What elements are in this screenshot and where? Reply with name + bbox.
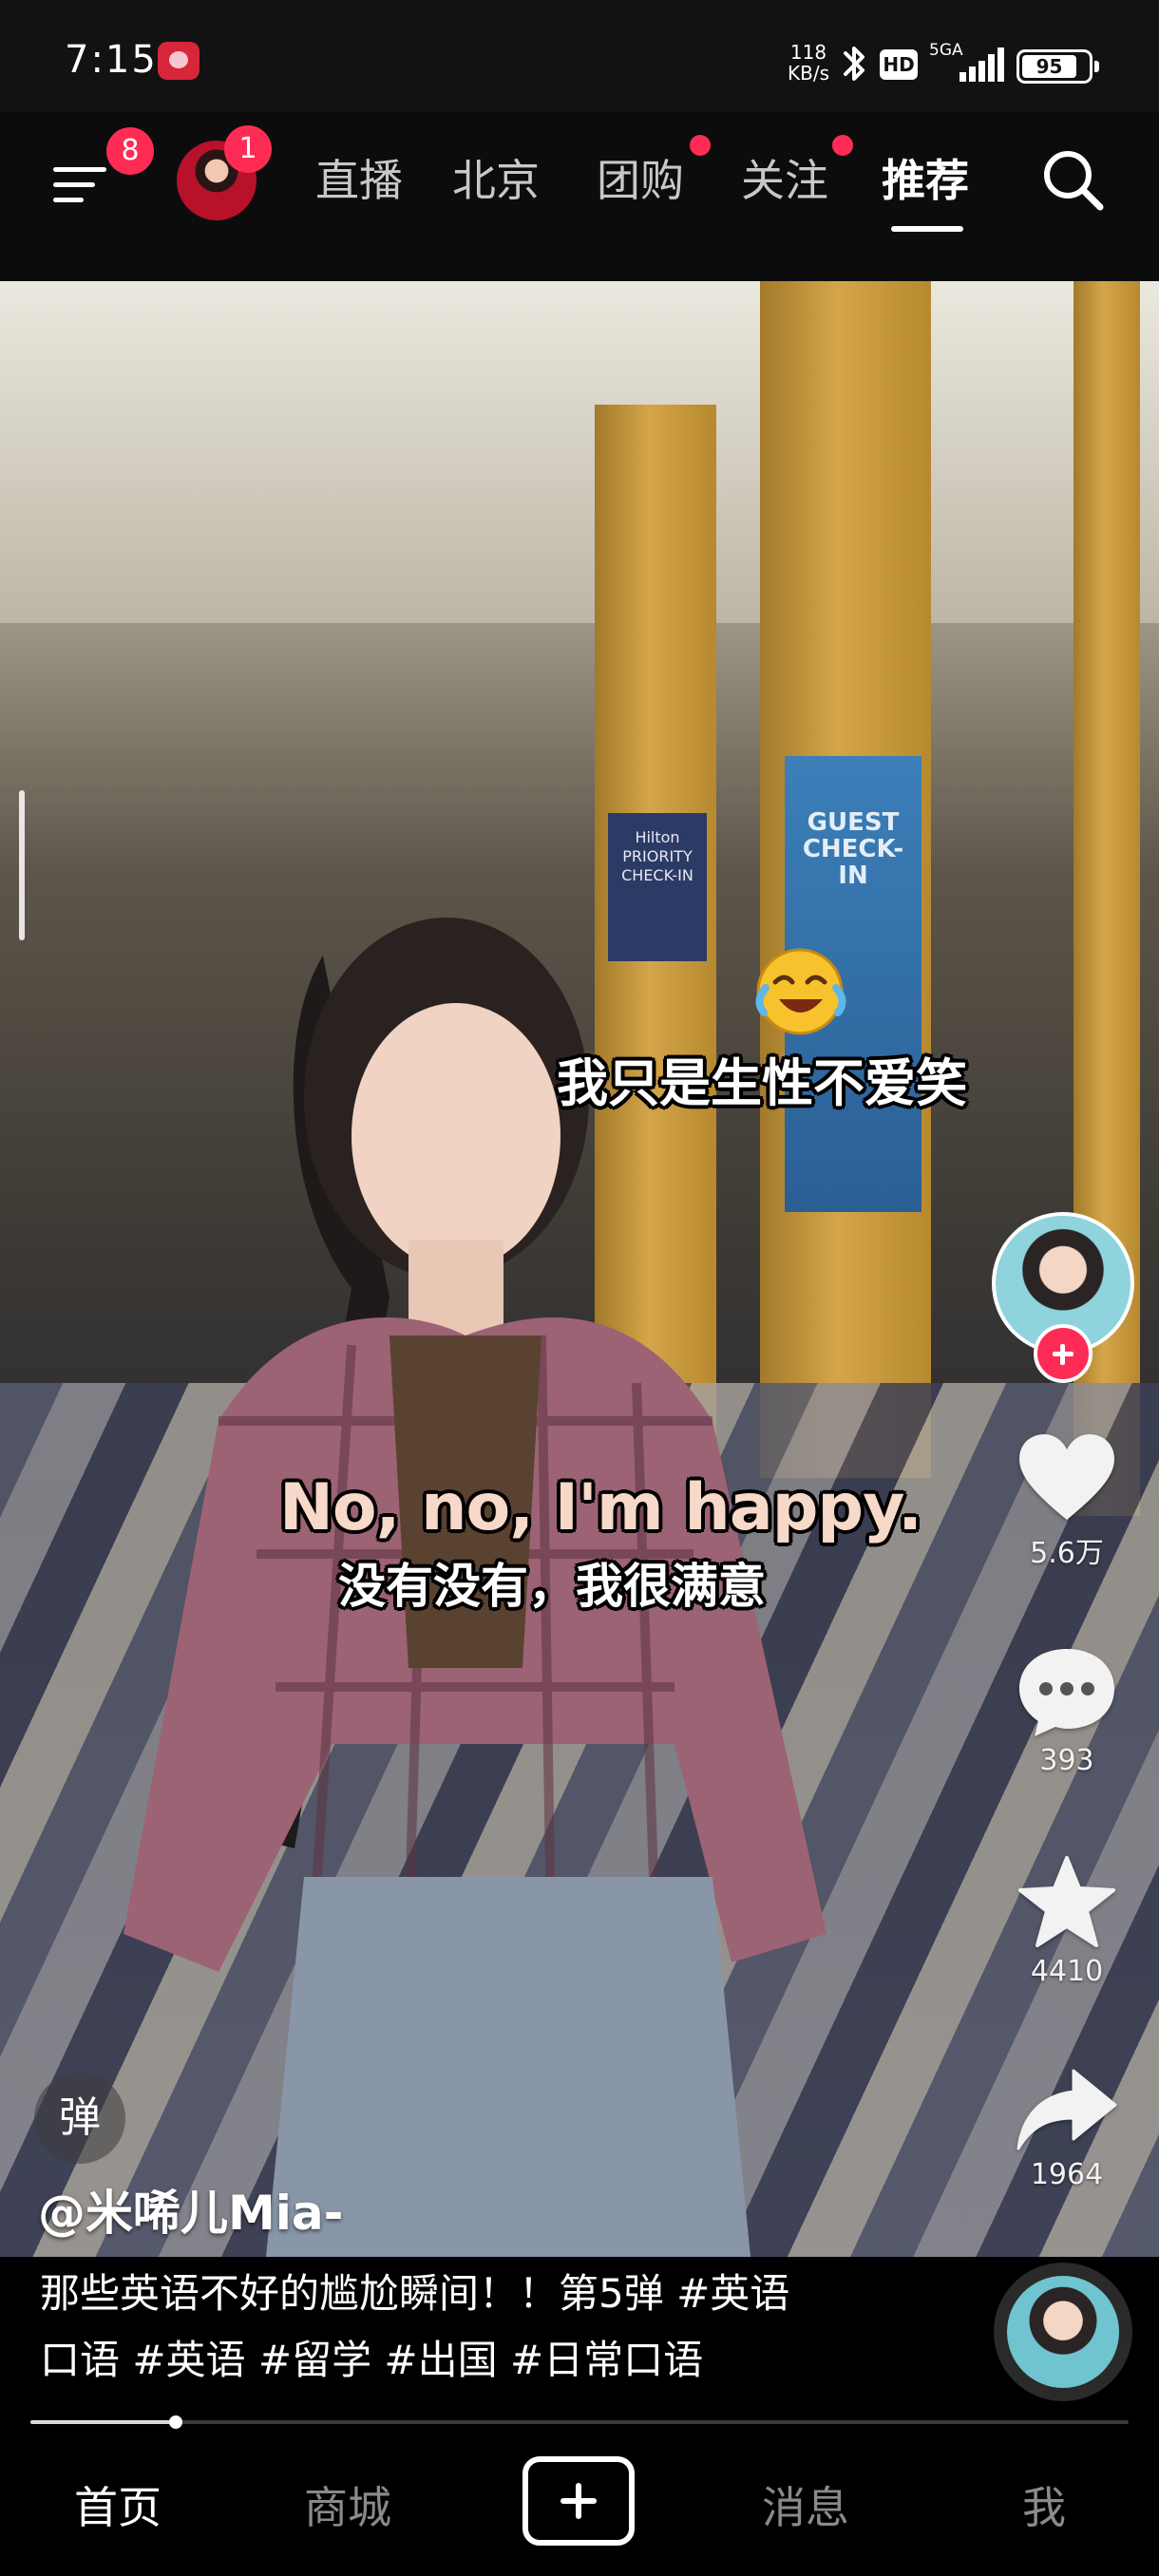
notification-app-icon xyxy=(158,42,200,80)
danmaku-toggle-button[interactable]: 弹 xyxy=(34,2073,125,2164)
avatar-notification-badge: 1 xyxy=(224,125,272,173)
signal-strength-icon xyxy=(960,47,1005,82)
video-progress-fill xyxy=(30,2420,176,2424)
tab-home[interactable]: 首页 xyxy=(74,2479,162,2536)
tab-recommended[interactable]: 推荐 xyxy=(882,142,969,218)
tab-beijing[interactable]: 北京 xyxy=(452,142,540,218)
tab-messages[interactable]: 消息 xyxy=(762,2479,849,2536)
favorite-count: 4410 xyxy=(1030,1955,1104,1988)
video-player[interactable]: GUEST CHECK-IN Hilton PRIORITY CHECK-IN xyxy=(0,281,1159,2257)
battery-icon: 95 xyxy=(1016,49,1099,84)
following-dot xyxy=(832,135,853,156)
network-speed: 118 KB/s xyxy=(785,42,832,84)
network-speed-value: 118 xyxy=(789,41,827,64)
follow-button[interactable] xyxy=(1034,1324,1092,1383)
like-button[interactable]: 5.6万 xyxy=(1001,1432,1132,1571)
tab-me[interactable]: 我 xyxy=(1022,2479,1066,2536)
signal-type-label: 5GA xyxy=(929,41,963,60)
share-count: 1964 xyxy=(1030,2158,1104,2191)
description-line: 口语 #英语 #留学 #出国 #日常口语 xyxy=(40,2337,704,2383)
author-name[interactable]: @米唏儿Mia- xyxy=(38,2175,343,2244)
music-disc-cover xyxy=(1007,2276,1119,2388)
tab-mall[interactable]: 商城 xyxy=(304,2479,391,2536)
battery-level: 95 xyxy=(1022,55,1076,78)
search-icon[interactable] xyxy=(1036,142,1112,218)
side-scroll-indicator xyxy=(19,790,25,940)
group-buy-dot xyxy=(690,135,711,156)
create-button[interactable] xyxy=(522,2456,635,2546)
tab-following[interactable]: 关注 xyxy=(741,142,828,218)
bluetooth-icon xyxy=(844,47,864,81)
tab-group-buy[interactable]: 团购 xyxy=(597,142,684,218)
top-navigation-bar xyxy=(0,112,1159,281)
subtitle-chinese: 没有没有，我很满意 xyxy=(338,1559,766,1614)
menu-icon[interactable] xyxy=(53,160,106,205)
like-count: 5.6万 xyxy=(1030,1537,1104,1570)
comment-button[interactable]: 393 xyxy=(1001,1645,1132,1777)
video-progress-bar[interactable] xyxy=(30,2415,1129,2429)
laughing-crying-emoji-icon xyxy=(755,948,846,1035)
guest-checkin-sign-text: GUEST CHECK-IN xyxy=(802,808,904,890)
tab-live[interactable]: 直播 xyxy=(315,142,403,218)
video-description[interactable]: 那些英语不好的尴尬瞬间！！第5弹 #英语 口语 #英语 #留学 #出国 #日常口… xyxy=(40,2261,952,2394)
favorite-button[interactable]: 4410 xyxy=(1001,1854,1132,1988)
sticker-caption: 我只是生性不爱笑 xyxy=(557,1053,967,1113)
video-progress-knob[interactable] xyxy=(168,2415,182,2429)
heart-icon xyxy=(1019,1434,1114,1520)
status-time: 7:15 xyxy=(65,38,158,82)
hd-badge: HD xyxy=(880,49,918,80)
star-icon xyxy=(1018,1856,1115,1947)
active-tab-indicator xyxy=(891,226,963,232)
share-icon xyxy=(1016,2069,1117,2150)
description-line: 那些英语不好的尴尬瞬间！！第5弹 #英语 xyxy=(40,2270,790,2317)
menu-notification-badge: 8 xyxy=(106,127,154,175)
network-speed-unit: KB/s xyxy=(788,62,829,85)
share-button[interactable]: 1964 xyxy=(1001,2067,1132,2191)
subtitle-english: No, no, I'm happy. xyxy=(279,1470,922,1545)
comment-icon xyxy=(1019,1649,1114,1736)
priority-checkin-sign-text: Hilton PRIORITY CHECK-IN xyxy=(621,828,694,884)
comment-count: 393 xyxy=(1039,1744,1094,1777)
video-ceiling xyxy=(0,281,1159,623)
